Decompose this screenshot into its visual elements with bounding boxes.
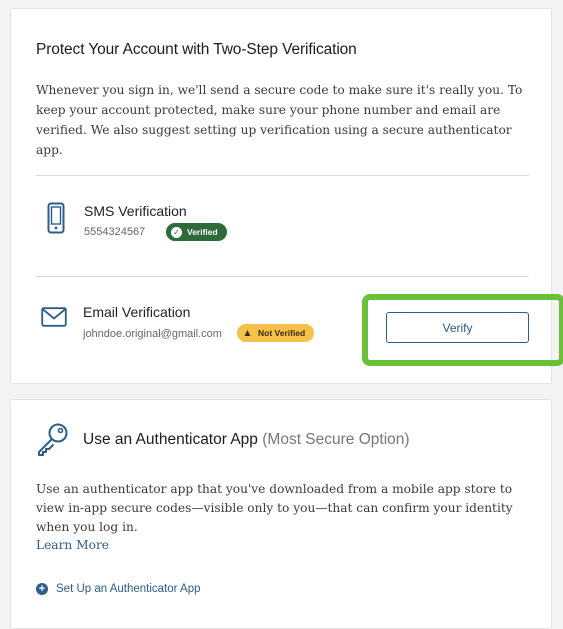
not-verified-badge-label: Not Verified <box>258 328 306 338</box>
divider <box>36 175 529 176</box>
learn-more-link[interactable]: Learn More <box>36 538 109 552</box>
authenticator-title-main: Use an Authenticator App <box>83 431 258 448</box>
phone-icon <box>47 202 65 234</box>
email-verification-label: Email Verification <box>83 304 191 320</box>
setup-authenticator-link[interactable]: + Set Up an Authenticator App <box>36 583 201 595</box>
divider <box>36 276 529 277</box>
warning-icon: ▲ <box>242 327 253 339</box>
not-verified-badge: ▲ Not Verified <box>237 324 315 342</box>
sms-verification-label: SMS Verification <box>84 203 187 219</box>
setup-authenticator-label: Set Up an Authenticator App <box>56 583 201 595</box>
authenticator-description: Use an authenticator app that you've dow… <box>36 482 513 534</box>
authenticator-card: Use an Authenticator App (Most Secure Op… <box>10 399 552 629</box>
sms-phone-number: 5554324567 <box>84 226 146 238</box>
authenticator-title-note: (Most Secure Option) <box>262 431 410 448</box>
two-step-title: Protect Your Account with Two-Step Verif… <box>36 41 357 58</box>
plus-circle-icon: + <box>36 583 48 595</box>
verified-badge: ✓ Verified <box>166 223 227 241</box>
verify-email-button[interactable]: Verify <box>386 312 529 343</box>
two-step-description: Whenever you sign in, we'll send a secur… <box>36 83 523 157</box>
check-icon: ✓ <box>171 226 182 238</box>
two-step-card: Protect Your Account with Two-Step Verif… <box>10 8 563 384</box>
authenticator-title: Use an Authenticator App (Most Secure Op… <box>83 431 410 449</box>
mail-icon <box>41 307 67 327</box>
email-address: johndoe.original@gmail.com <box>83 328 222 340</box>
key-icon <box>38 423 68 456</box>
verified-badge-label: Verified <box>187 227 218 237</box>
